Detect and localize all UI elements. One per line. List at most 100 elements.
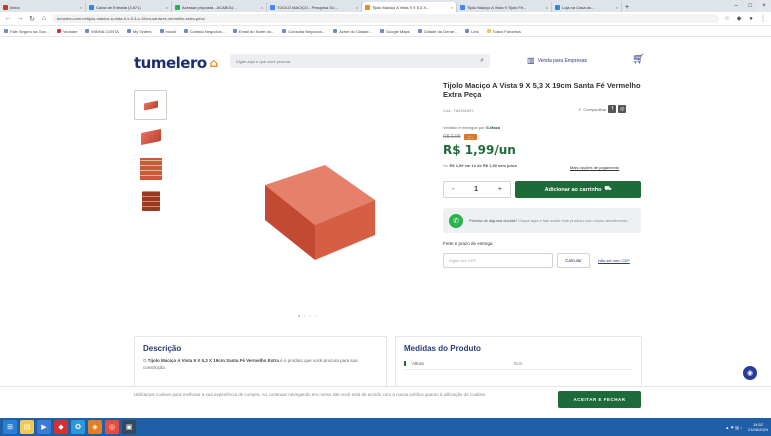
cart-icon[interactable]: 🛒︎ xyxy=(632,54,645,65)
whatsapp-help[interactable]: ✆ Precisa de alguma dúvida? Clique aqui … xyxy=(443,208,641,233)
close-tab-icon[interactable]: × xyxy=(261,5,263,10)
bookmark-item[interactable]: Link xyxy=(465,29,479,34)
bookmark-icon xyxy=(126,29,131,33)
close-tab-icon[interactable]: × xyxy=(546,5,548,10)
browser-tab[interactable]: Loja na Casa do... × xyxy=(552,2,622,12)
shipping-label: Frete e prazo de entrega xyxy=(443,241,493,246)
windows-start-icon[interactable]: ⊞ xyxy=(3,420,17,434)
product-image[interactable] xyxy=(240,150,400,270)
qty-value[interactable]: 1 xyxy=(474,186,478,193)
payment-options-link[interactable]: Mais opções de pagamento xyxy=(570,165,619,170)
accept-cookies-button[interactable]: ACEITAR E FECHAR xyxy=(558,391,641,408)
app-icon[interactable]: ▣ xyxy=(122,420,136,434)
bookmark-item[interactable]: Google Maps xyxy=(379,29,410,34)
bookmark-item[interactable]: Consulta Negocios... xyxy=(282,29,325,34)
search-icon[interactable]: ⌕ xyxy=(480,57,484,65)
dont-know-cep-link[interactable]: Não sei meu CEP xyxy=(598,258,630,263)
bookmark-icon xyxy=(333,29,338,33)
house-icon: ⌂ xyxy=(209,56,219,70)
url-field[interactable]: tumelero.com.br/tijolo-macico-a-vista-9-… xyxy=(52,14,719,23)
tab-favicon-icon xyxy=(89,4,94,10)
maximize-icon[interactable]: □ xyxy=(743,0,757,12)
vender-link[interactable]: ▥ Venda para Empresas xyxy=(527,56,587,65)
search-input[interactable]: Digite aqui o que você procura xyxy=(236,59,480,64)
search-bar[interactable]: Digite aqui o que você procura ⌕ xyxy=(230,54,490,68)
browser-tab[interactable]: Acessar proposta - ACABOU... × xyxy=(172,2,267,12)
qty-plus-button[interactable]: + xyxy=(498,186,502,193)
tray-icons[interactable]: ▲ ⚑ ▤ ♪ xyxy=(725,425,742,430)
app-icon[interactable]: ◈ xyxy=(88,420,102,434)
description-section: Descrição O Tijolo Maciço A Vista 9 X 5,… xyxy=(134,336,387,386)
new-tab-button[interactable]: + xyxy=(622,2,632,12)
bookmark-item[interactable]: Contato Negocios... xyxy=(183,29,225,34)
add-to-cart-button[interactable]: Adicionar ao carrinho ⛟ xyxy=(515,181,641,198)
extensions-icon[interactable]: ◆ xyxy=(735,15,743,22)
gallery-dots[interactable]: ● ○ ○ ○ xyxy=(298,313,318,318)
explorer-icon[interactable]: ▤ xyxy=(20,420,34,434)
share-area: ≺ Compartilhar f ◎ xyxy=(578,105,627,113)
cart-icon: ⛟ xyxy=(604,186,612,192)
browser-tab[interactable]: Caixa de Entrada (3.671) × xyxy=(86,2,172,12)
thumbnail[interactable] xyxy=(134,122,167,152)
home-icon[interactable]: ⌂ xyxy=(40,15,48,22)
site-logo[interactable]: tumelero ⌂ xyxy=(134,54,218,72)
bookmark-item[interactable]: Todos Favoritos xyxy=(486,29,521,34)
bookmark-item[interactable]: My Orders xyxy=(126,29,152,34)
clock[interactable]: 14:52 21/06/2024 xyxy=(748,422,768,432)
browser-tab[interactable]: Inbox × xyxy=(0,2,86,12)
description-title: Descrição xyxy=(143,344,182,353)
profile-icon[interactable]: ● xyxy=(747,16,755,22)
chat-icon[interactable]: ◉ xyxy=(743,366,757,380)
tab-favicon-icon xyxy=(270,4,275,10)
bookmark-item[interactable]: Fale Seguro na Gov... xyxy=(4,29,49,34)
bookmark-icon xyxy=(56,29,61,33)
thumbnail[interactable] xyxy=(134,154,167,184)
app-icon[interactable]: ✪ xyxy=(71,420,85,434)
bookmark-icon xyxy=(465,29,470,33)
whatsapp-share-icon[interactable]: ◎ xyxy=(618,105,627,113)
browser-tab-active[interactable]: Tijolo Maciço A Vista 9 X 5,3 X... × xyxy=(362,2,457,12)
cookie-banner xyxy=(0,386,771,416)
back-icon[interactable]: ← xyxy=(4,15,12,22)
qty-minus-button[interactable]: - xyxy=(452,186,454,193)
building-icon: ▥ xyxy=(527,56,535,65)
thumbnail-gallery xyxy=(134,90,170,218)
close-tab-icon[interactable]: × xyxy=(616,5,618,10)
chrome-icon[interactable]: ◎ xyxy=(105,420,119,434)
close-tab-icon[interactable]: × xyxy=(356,5,358,10)
star-icon[interactable]: ☆ xyxy=(723,15,731,22)
bookmark-icon xyxy=(183,29,188,33)
sold-by: Vendido e entregue por G-Maza xyxy=(443,125,500,130)
bookmark-item[interactable]: Youtube xyxy=(56,29,77,34)
thumbnail[interactable] xyxy=(134,186,167,216)
forward-icon[interactable]: → xyxy=(16,15,24,22)
share-icon[interactable]: ≺ xyxy=(578,107,581,112)
close-window-icon[interactable]: × xyxy=(757,0,771,12)
minimize-icon[interactable]: – xyxy=(729,0,743,12)
whatsapp-icon: ✆ xyxy=(449,213,463,228)
media-icon[interactable]: ▶ xyxy=(37,420,51,434)
browser-tab-bar: Inbox × Caixa de Entrada (3.671) × Acessar… xyxy=(0,0,771,12)
facebook-icon[interactable]: f xyxy=(608,105,617,113)
bookmark-icon xyxy=(417,29,422,33)
calculate-shipping-button[interactable]: Calcular xyxy=(557,253,590,268)
bookmark-item[interactable]: Email do Norte do... xyxy=(232,29,274,34)
close-tab-icon[interactable]: × xyxy=(80,5,82,10)
browser-tab[interactable]: Tijolo Maciço A Vista 9 Tijolo Fé... × xyxy=(457,2,552,12)
product-price: R$ 1,99/un xyxy=(443,143,516,157)
reload-icon[interactable]: ↻ xyxy=(28,15,36,23)
menu-icon[interactable]: ⋮ xyxy=(759,15,767,22)
product-code: Cód.: 764391897 xyxy=(443,108,474,113)
bookmark-icon xyxy=(282,29,287,33)
bookmark-item[interactable]: MINHA CONTA xyxy=(85,29,119,34)
bookmark-item[interactable]: Inicial xyxy=(159,29,176,34)
bookmark-item[interactable]: Cidade da Gente... xyxy=(417,29,457,34)
cep-input[interactable]: Digite seu CEP xyxy=(443,253,553,268)
antivirus-icon[interactable]: ◆ xyxy=(54,420,68,434)
close-tab-icon[interactable]: × xyxy=(166,5,168,10)
tab-favicon-icon xyxy=(555,4,560,10)
thumbnail[interactable] xyxy=(134,90,167,120)
bookmark-item[interactable]: Achei do Cidade... xyxy=(333,29,372,34)
close-tab-icon[interactable]: × xyxy=(451,5,453,10)
browser-tab[interactable]: TIJOLO MACIÇO - Pesquisa Go... × xyxy=(267,2,362,12)
